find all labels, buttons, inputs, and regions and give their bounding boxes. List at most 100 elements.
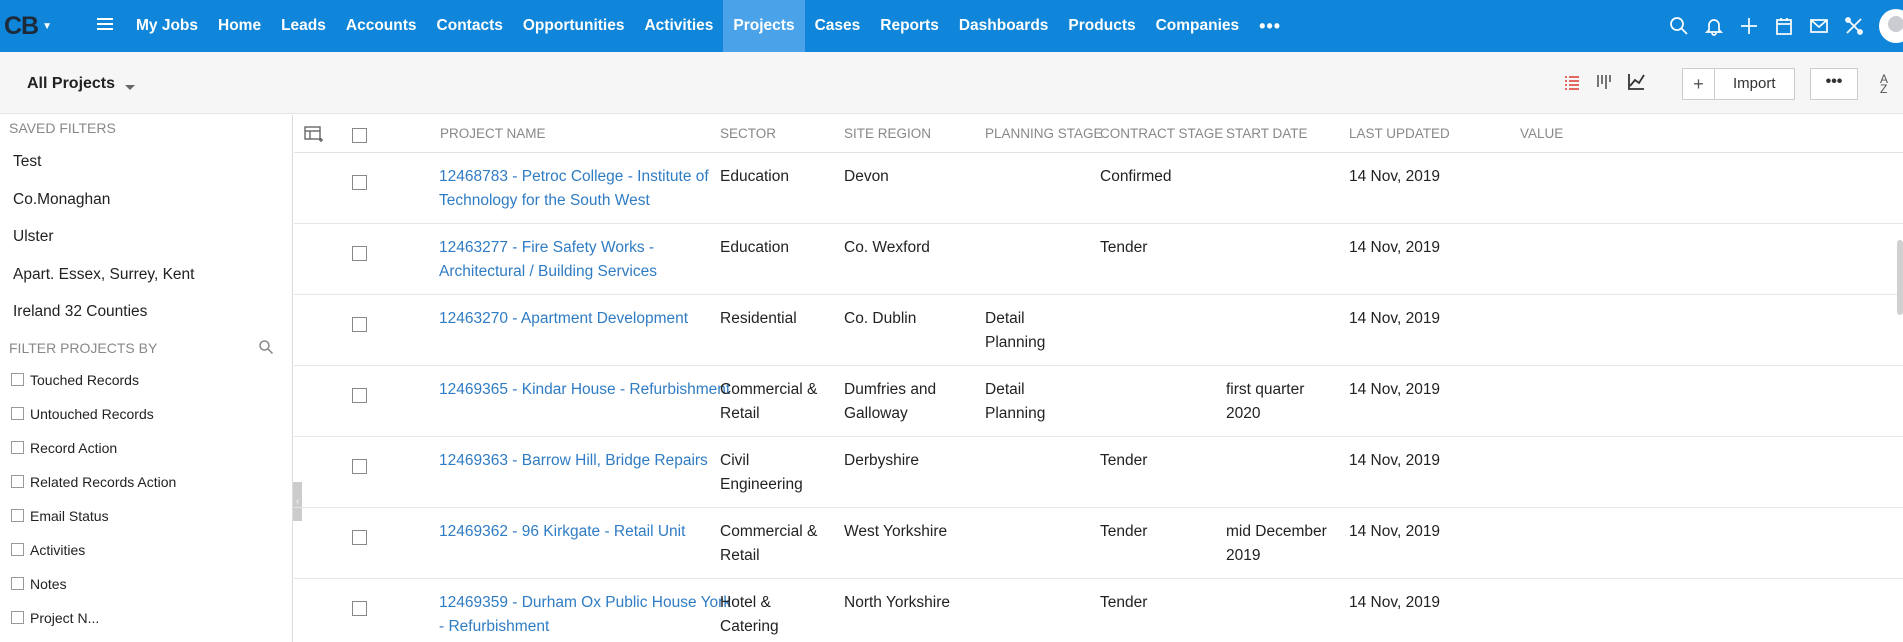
filter-checkbox[interactable] xyxy=(11,543,24,557)
filter-option[interactable]: Project N... xyxy=(0,601,292,635)
tab-projects[interactable]: Projects xyxy=(723,0,805,52)
project-name-link-line[interactable]: Technology for the South West xyxy=(439,189,709,213)
chart-view-icon[interactable] xyxy=(1626,72,1646,92)
app-logo[interactable]: CB ▼ xyxy=(4,12,52,41)
filter-option[interactable]: Record Action xyxy=(0,431,292,465)
row-checkbox[interactable] xyxy=(352,530,367,545)
tab-leads[interactable]: Leads xyxy=(271,0,336,52)
filter-checkbox[interactable] xyxy=(11,407,24,421)
filter-option-label: Related Records Action xyxy=(30,473,177,490)
filter-option[interactable]: Touched Records xyxy=(0,363,292,397)
project-name-link[interactable]: 12469363 - Barrow Hill, Bridge Repairs xyxy=(439,449,708,473)
tab-activities[interactable]: Activities xyxy=(634,0,723,52)
filter-checkbox[interactable] xyxy=(11,611,24,625)
plus-icon[interactable] xyxy=(1731,0,1766,52)
filter-checkbox[interactable] xyxy=(11,577,24,591)
tab-opportunities[interactable]: Opportunities xyxy=(513,0,635,52)
project-name-link[interactable]: 12469362 - 96 Kirkgate - Retail Unit xyxy=(439,520,685,544)
row-checkbox[interactable] xyxy=(352,388,367,403)
project-name-link[interactable]: 12468783 - Petroc College - Institute of… xyxy=(439,165,709,213)
calendar-icon[interactable] xyxy=(1766,0,1801,52)
row-checkbox[interactable] xyxy=(352,175,367,190)
bell-icon[interactable] xyxy=(1696,0,1731,52)
menu-icon[interactable] xyxy=(97,15,113,33)
project-name-link-line[interactable]: Architectural / Building Services xyxy=(439,260,657,284)
table-row[interactable]: 12463270 - Apartment Development Resident… xyxy=(294,295,1903,366)
table-row[interactable]: 12463277 - Fire Safety Works - Architectu… xyxy=(294,224,1903,295)
filter-search-icon[interactable] xyxy=(258,339,274,355)
project-name-link-line[interactable]: 12468783 - Petroc College - Institute of xyxy=(439,165,709,189)
saved-filter-item[interactable]: Co.Monaghan xyxy=(0,181,292,219)
project-name-link[interactable]: 12469359 - Durham Ox Public House York - … xyxy=(439,591,731,639)
column-header-start-date[interactable]: START DATE xyxy=(1226,115,1308,153)
column-header-site-region[interactable]: SITE REGION xyxy=(844,115,931,153)
column-header-planning-stage[interactable]: PLANNING STAGE xyxy=(985,115,1103,153)
kanban-view-icon[interactable] xyxy=(1594,72,1614,92)
row-checkbox[interactable] xyxy=(352,459,367,474)
project-name-link[interactable]: 12463270 - Apartment Development xyxy=(439,307,688,331)
tab-accounts[interactable]: Accounts xyxy=(336,0,427,52)
tab-products[interactable]: Products xyxy=(1058,0,1145,52)
table-row[interactable]: 12469362 - 96 Kirkgate - Retail Unit Comm… xyxy=(294,508,1903,579)
tab-companies[interactable]: Companies xyxy=(1146,0,1250,52)
vertical-scrollbar[interactable] xyxy=(1897,240,1903,315)
create-project-button[interactable]: + xyxy=(1683,69,1715,99)
tab-my-jobs[interactable]: My Jobs xyxy=(126,0,208,52)
saved-filter-item[interactable]: Ulster xyxy=(0,218,292,256)
filter-option[interactable]: Related Records Action xyxy=(0,465,292,499)
project-name-link-line[interactable]: 12469365 - Kindar House - Refurbishment xyxy=(439,378,730,402)
project-name-link-line[interactable]: 12469362 - 96 Kirkgate - Retail Unit xyxy=(439,520,685,544)
filter-checkbox[interactable] xyxy=(11,441,24,455)
filter-option[interactable]: Untouched Records xyxy=(0,397,292,431)
tab-cases[interactable]: Cases xyxy=(805,0,871,52)
filter-checkbox[interactable] xyxy=(11,373,24,387)
more-tabs-button[interactable]: ••• xyxy=(1249,0,1291,52)
more-actions-button[interactable]: ••• xyxy=(1810,68,1858,100)
filter-option[interactable]: Notes xyxy=(0,567,292,601)
import-button[interactable]: Import xyxy=(1715,69,1794,99)
table-row[interactable]: 12469365 - Kindar House - Refurbishment C… xyxy=(294,366,1903,437)
filter-checkbox[interactable] xyxy=(11,509,24,523)
table-row[interactable]: 12468783 - Petroc College - Institute of… xyxy=(294,153,1903,224)
sector-cell-line: Catering xyxy=(720,618,779,635)
sort-icon[interactable]: AZ xyxy=(1880,73,1888,95)
column-settings-icon[interactable] xyxy=(304,125,324,143)
saved-filter-item[interactable]: Apart. Essex, Surrey, Kent xyxy=(0,256,292,294)
row-checkbox[interactable] xyxy=(352,601,367,616)
tab-contacts[interactable]: Contacts xyxy=(427,0,513,52)
column-header-sector[interactable]: SECTOR xyxy=(720,115,776,153)
filter-option[interactable]: Activities xyxy=(0,533,292,567)
site-region-cell-line: Co. Dublin xyxy=(844,310,917,327)
view-selector-label: All Projects xyxy=(27,75,116,92)
row-checkbox[interactable] xyxy=(352,317,367,332)
column-header-project-name[interactable]: PROJECT NAME xyxy=(440,115,546,153)
tools-icon[interactable] xyxy=(1836,0,1871,52)
project-name-link-line[interactable]: - Refurbishment xyxy=(439,615,731,639)
project-name-link[interactable]: 12463277 - Fire Safety Works - Architectu… xyxy=(439,236,657,284)
filter-option[interactable]: Email Status xyxy=(0,499,292,533)
avatar[interactable] xyxy=(1879,9,1903,43)
project-name-link-line[interactable]: 12463277 - Fire Safety Works - xyxy=(439,236,657,260)
saved-filter-item[interactable]: Ireland 32 Counties xyxy=(0,293,292,331)
project-name-link-line[interactable]: 12469359 - Durham Ox Public House York xyxy=(439,591,731,615)
column-header-contract-stage[interactable]: CONTRACT STAGE xyxy=(1100,115,1223,153)
column-header-value[interactable]: VALUE xyxy=(1520,115,1563,153)
column-header-last-updated[interactable]: LAST UPDATED xyxy=(1349,115,1450,153)
select-all-checkbox[interactable] xyxy=(352,128,367,143)
logo-dropdown-icon[interactable]: ▼ xyxy=(42,21,52,32)
filter-checkbox[interactable] xyxy=(11,475,24,489)
list-view-icon[interactable] xyxy=(1562,72,1582,92)
project-name-link-line[interactable]: 12469363 - Barrow Hill, Bridge Repairs xyxy=(439,449,708,473)
tab-dashboards[interactable]: Dashboards xyxy=(949,0,1059,52)
saved-filter-item[interactable]: Test xyxy=(0,143,292,181)
view-selector[interactable]: All Projects xyxy=(27,75,136,93)
search-icon[interactable] xyxy=(1661,0,1696,52)
row-checkbox[interactable] xyxy=(352,246,367,261)
project-name-link-line[interactable]: 12463270 - Apartment Development xyxy=(439,307,688,331)
tab-home[interactable]: Home xyxy=(208,0,271,52)
tab-reports[interactable]: Reports xyxy=(870,0,949,52)
project-name-link[interactable]: 12469365 - Kindar House - Refurbishment xyxy=(439,378,730,402)
mail-icon[interactable] xyxy=(1801,0,1836,52)
table-row[interactable]: 12469363 - Barrow Hill, Bridge Repairs Ci… xyxy=(294,437,1903,508)
table-row[interactable]: 12469359 - Durham Ox Public House York - … xyxy=(294,579,1903,642)
